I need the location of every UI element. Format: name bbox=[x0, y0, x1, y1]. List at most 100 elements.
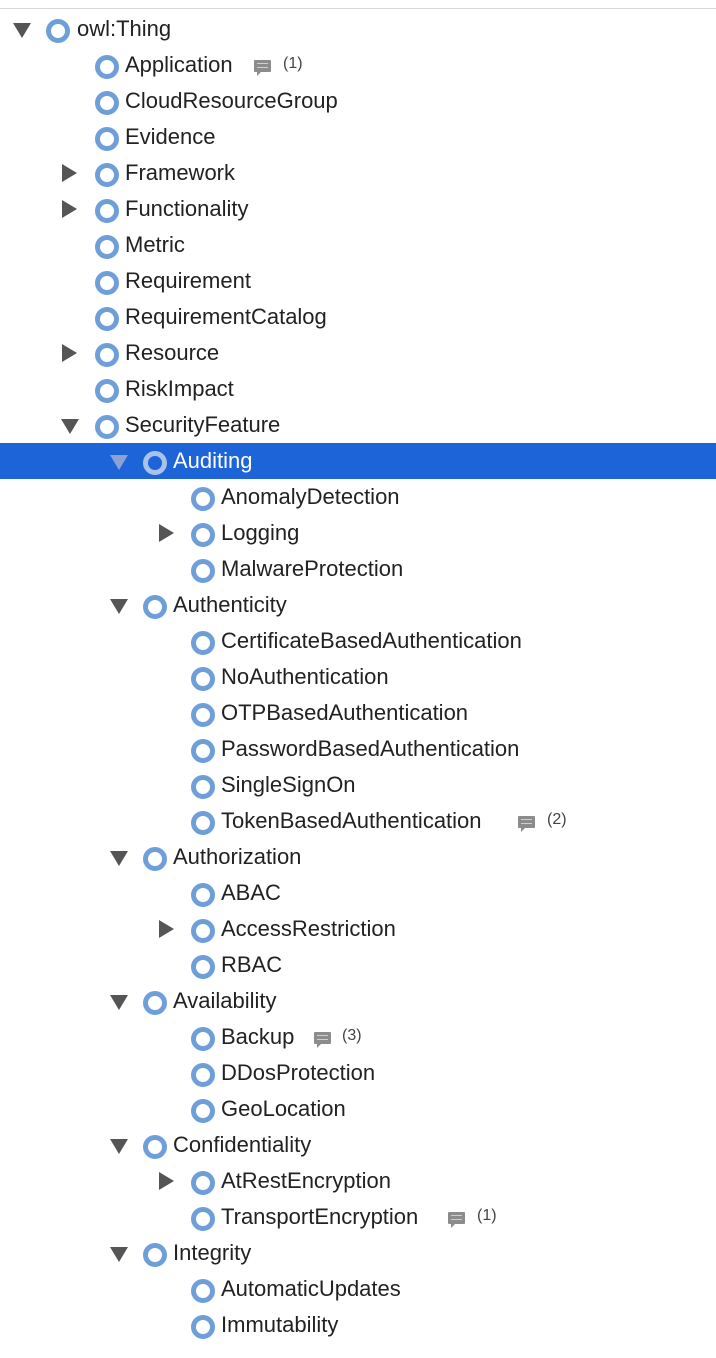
tree-row-automaticupdates[interactable]: AutomaticUpdates bbox=[0, 1271, 716, 1307]
tree-item-label[interactable]: AtRestEncryption bbox=[221, 1169, 391, 1193]
tree-item-label[interactable]: Authenticity bbox=[173, 593, 287, 617]
tree-row-metric[interactable]: Metric bbox=[0, 227, 716, 263]
expanded-triangle-icon[interactable] bbox=[110, 1139, 128, 1154]
tree-item-label[interactable]: TokenBasedAuthentication bbox=[221, 809, 482, 833]
tree-item-label[interactable]: Confidentiality bbox=[173, 1133, 311, 1157]
tree-row-application[interactable]: Application (1) bbox=[0, 47, 716, 83]
tree-item-label[interactable]: Backup bbox=[221, 1025, 294, 1049]
collapsed-triangle-icon[interactable] bbox=[62, 344, 77, 362]
expanded-triangle-icon[interactable] bbox=[110, 995, 128, 1010]
tree-item-label[interactable]: Framework bbox=[125, 161, 235, 185]
tree-row-resource[interactable]: Resource bbox=[0, 335, 716, 371]
tree-row-requirementcatalog[interactable]: RequirementCatalog bbox=[0, 299, 716, 335]
collapsed-triangle-icon[interactable] bbox=[159, 920, 174, 938]
tree-item-label[interactable]: Immutability bbox=[221, 1313, 338, 1337]
tree-row-abac[interactable]: ABAC bbox=[0, 875, 716, 911]
class-node-icon bbox=[191, 919, 215, 943]
tree-item-label[interactable]: DDosProtection bbox=[221, 1061, 375, 1085]
tree-item-label[interactable]: AnomalyDetection bbox=[221, 485, 400, 509]
tree-item-label[interactable]: Logging bbox=[221, 521, 299, 545]
tree-item-label[interactable]: Integrity bbox=[173, 1241, 251, 1265]
tree-row-otpbasedauthentication[interactable]: OTPBasedAuthentication bbox=[0, 695, 716, 731]
tree-row-backup[interactable]: Backup (3) bbox=[0, 1019, 716, 1055]
tree-item-label[interactable]: Resource bbox=[125, 341, 219, 365]
tree-row-evidence[interactable]: Evidence bbox=[0, 119, 716, 155]
tree-row-securityfeature[interactable]: SecurityFeature bbox=[0, 407, 716, 443]
tree-item-label[interactable]: SecurityFeature bbox=[125, 413, 280, 437]
tree-item-label[interactable]: MalwareProtection bbox=[221, 557, 403, 581]
expanded-triangle-icon[interactable] bbox=[61, 419, 79, 434]
tree-item-label[interactable]: Metric bbox=[125, 233, 185, 257]
tree-row-anomalydetection[interactable]: AnomalyDetection bbox=[0, 479, 716, 515]
tree-item-label[interactable]: SingleSignOn bbox=[221, 773, 356, 797]
tree-item-label[interactable]: ABAC bbox=[221, 881, 281, 905]
tree-item-label[interactable]: RiskImpact bbox=[125, 377, 234, 401]
class-node-icon bbox=[191, 1099, 215, 1123]
tree-row-noauthentication[interactable]: NoAuthentication bbox=[0, 659, 716, 695]
tree-item-label[interactable]: RequirementCatalog bbox=[125, 305, 327, 329]
tree-row-owl-thing[interactable]: owl:Thing bbox=[0, 11, 716, 47]
tree-row-framework[interactable]: Framework bbox=[0, 155, 716, 191]
tree-row-riskimpact[interactable]: RiskImpact bbox=[0, 371, 716, 407]
collapsed-triangle-icon[interactable] bbox=[62, 200, 77, 218]
tree-item-label[interactable]: Availability bbox=[173, 989, 277, 1013]
tree-row-auditing[interactable]: Auditing bbox=[0, 443, 716, 479]
class-node-icon bbox=[191, 1171, 215, 1195]
tree-row-tokenbasedauthentication[interactable]: TokenBasedAuthentication (2) bbox=[0, 803, 716, 839]
class-node-icon bbox=[191, 559, 215, 583]
expanded-triangle-icon[interactable] bbox=[110, 851, 128, 866]
tree-row-rbac[interactable]: RBAC bbox=[0, 947, 716, 983]
tree-row-availability[interactable]: Availability bbox=[0, 983, 716, 1019]
tree-row-logging[interactable]: Logging bbox=[0, 515, 716, 551]
class-node-icon bbox=[191, 1207, 215, 1231]
tree-row-transportencryption[interactable]: TransportEncryption (1) bbox=[0, 1199, 716, 1235]
expanded-triangle-icon[interactable] bbox=[110, 599, 128, 614]
tree-row-geolocation[interactable]: GeoLocation bbox=[0, 1091, 716, 1127]
tree-row-integrity[interactable]: Integrity bbox=[0, 1235, 716, 1271]
comment-icon bbox=[254, 60, 271, 76]
tree-item-label[interactable]: Authorization bbox=[173, 845, 301, 869]
expanded-triangle-icon[interactable] bbox=[13, 23, 31, 38]
tree-item-label[interactable]: Evidence bbox=[125, 125, 216, 149]
tree-row-accessrestriction[interactable]: AccessRestriction bbox=[0, 911, 716, 947]
expanded-triangle-icon[interactable] bbox=[110, 1247, 128, 1262]
tree-row-functionality[interactable]: Functionality bbox=[0, 191, 716, 227]
tree-item-label[interactable]: AccessRestriction bbox=[221, 917, 396, 941]
tree-row-passwordbasedauthentication[interactable]: PasswordBasedAuthentication bbox=[0, 731, 716, 767]
tree-item-label[interactable]: Requirement bbox=[125, 269, 251, 293]
tree-item-label[interactable]: Functionality bbox=[125, 197, 249, 221]
tree-item-label[interactable]: NoAuthentication bbox=[221, 665, 389, 689]
tree-row-certificatebasedauthentication[interactable]: CertificateBasedAuthentication bbox=[0, 623, 716, 659]
class-node-icon bbox=[46, 19, 70, 43]
tree-item-label[interactable]: AutomaticUpdates bbox=[221, 1277, 401, 1301]
tree-row-cloudresourcegroup[interactable]: CloudResourceGroup bbox=[0, 83, 716, 119]
class-node-icon bbox=[143, 451, 167, 475]
collapsed-triangle-icon[interactable] bbox=[159, 1172, 174, 1190]
class-hierarchy-tree: owl:Thing Application (1) CloudResourceG… bbox=[0, 11, 716, 1343]
tree-item-label[interactable]: Application bbox=[125, 53, 233, 77]
tree-item-label[interactable]: CloudResourceGroup bbox=[125, 89, 338, 113]
tree-row-immutability[interactable]: Immutability bbox=[0, 1307, 716, 1343]
tree-item-label[interactable]: PasswordBasedAuthentication bbox=[221, 737, 519, 761]
tree-row-atrestencryption[interactable]: AtRestEncryption bbox=[0, 1163, 716, 1199]
tree-item-label[interactable]: TransportEncryption bbox=[221, 1205, 418, 1229]
tree-row-malwareprotection[interactable]: MalwareProtection bbox=[0, 551, 716, 587]
tree-item-label[interactable]: GeoLocation bbox=[221, 1097, 346, 1121]
tree-item-label[interactable]: RBAC bbox=[221, 953, 282, 977]
tree-item-label[interactable]: OTPBasedAuthentication bbox=[221, 701, 468, 725]
tree-row-confidentiality[interactable]: Confidentiality bbox=[0, 1127, 716, 1163]
tree-item-label[interactable]: Auditing bbox=[173, 449, 253, 473]
tree-row-requirement[interactable]: Requirement bbox=[0, 263, 716, 299]
expanded-triangle-icon[interactable] bbox=[110, 455, 128, 470]
class-node-icon bbox=[191, 667, 215, 691]
tree-row-authorization[interactable]: Authorization bbox=[0, 839, 716, 875]
collapsed-triangle-icon[interactable] bbox=[62, 164, 77, 182]
tree-item-label[interactable]: owl:Thing bbox=[77, 17, 171, 41]
class-node-icon bbox=[95, 379, 119, 403]
tree-item-label[interactable]: CertificateBasedAuthentication bbox=[221, 629, 522, 653]
tree-row-singlesignon[interactable]: SingleSignOn bbox=[0, 767, 716, 803]
tree-row-authenticity[interactable]: Authenticity bbox=[0, 587, 716, 623]
class-node-icon bbox=[143, 1135, 167, 1159]
collapsed-triangle-icon[interactable] bbox=[159, 524, 174, 542]
tree-row-ddosprotection[interactable]: DDosProtection bbox=[0, 1055, 716, 1091]
